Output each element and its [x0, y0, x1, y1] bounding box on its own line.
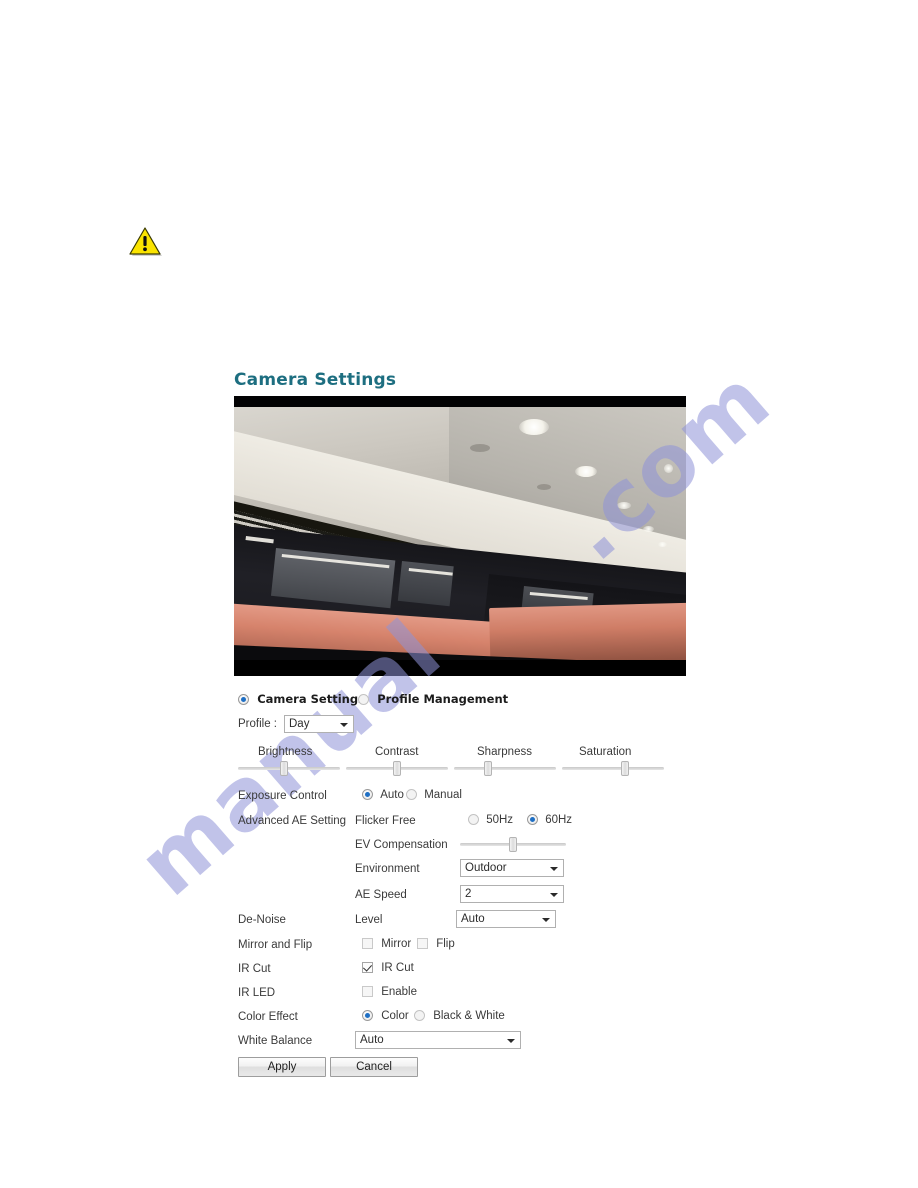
chevron-down-icon — [550, 867, 558, 871]
flicker-50hz-option[interactable]: 50Hz — [468, 814, 513, 826]
camera-settings-radio-label: Camera Settings — [257, 692, 365, 706]
preview-ceiling-light — [575, 466, 597, 477]
exposure-manual-option[interactable]: Manual — [406, 789, 462, 801]
de-noise-level-label: Level — [355, 914, 383, 926]
preview-ceiling-light — [519, 419, 549, 435]
ir-cut-label: IR Cut — [238, 963, 271, 975]
white-balance-select[interactable]: Auto — [355, 1031, 521, 1049]
ae-speed-select[interactable]: 2 — [460, 885, 564, 903]
apply-button[interactable]: Apply — [238, 1057, 326, 1077]
ir-cut-checkbox-label: IR Cut — [381, 962, 414, 974]
preview-letterbox-top — [234, 396, 686, 407]
profile-select[interactable]: Day — [284, 715, 354, 733]
brightness-slider[interactable] — [238, 760, 340, 776]
exposure-control-label: Exposure Control — [238, 790, 327, 802]
environment-select[interactable]: Outdoor — [460, 859, 564, 877]
brightness-label: Brightness — [258, 746, 313, 758]
cancel-button[interactable]: Cancel — [330, 1057, 418, 1077]
flip-checkbox-label: Flip — [436, 938, 455, 950]
preview-letterbox-bottom — [234, 660, 686, 676]
brightness-slider-thumb[interactable] — [279, 761, 288, 776]
flicker-50hz-label: 50Hz — [486, 814, 514, 826]
environment-label: Environment — [355, 863, 420, 875]
sharpness-slider-thumb[interactable] — [483, 761, 492, 776]
mode-profile-management-radio-group[interactable]: Profile Management — [358, 692, 508, 706]
preview-ceiling-light — [643, 526, 654, 532]
ev-compensation-label: EV Compensation — [355, 839, 448, 851]
ir-led-label: IR LED — [238, 987, 276, 999]
exposure-auto-radio[interactable] — [362, 789, 373, 800]
brightness-slider-track[interactable] — [238, 767, 340, 770]
profile-select-value: Day — [289, 718, 310, 730]
de-noise-level-select[interactable]: Auto — [456, 910, 556, 928]
exposure-manual-label: Manual — [424, 789, 462, 801]
preview-ceiling-vent — [470, 444, 490, 452]
sharpness-label: Sharpness — [477, 746, 532, 758]
exposure-manual-radio[interactable] — [406, 789, 417, 800]
profile-management-radio[interactable] — [358, 694, 369, 705]
ir-cut-checkbox[interactable] — [362, 962, 373, 973]
sharpness-slider-track[interactable] — [454, 767, 556, 770]
color-effect-bw-label: Black & White — [433, 1010, 505, 1022]
saturation-slider-thumb[interactable] — [621, 761, 630, 776]
exposure-auto-label: Auto — [380, 789, 404, 801]
white-balance-label: White Balance — [238, 1035, 313, 1047]
de-noise-label: De-Noise — [238, 914, 286, 926]
chevron-down-icon — [542, 918, 550, 922]
ir-led-enable-checkbox[interactable] — [362, 986, 373, 997]
preview-counter — [489, 601, 686, 666]
page-title: Camera Settings — [234, 370, 397, 390]
preview-ceiling-light — [617, 502, 631, 509]
mirror-checkbox-label: Mirror — [381, 938, 412, 950]
warning-triangle-icon — [129, 227, 162, 256]
camera-live-preview — [234, 396, 686, 676]
contrast-label: Contrast — [375, 746, 419, 758]
advanced-ae-setting-label: Advanced AE Setting — [238, 815, 347, 827]
chevron-down-icon — [340, 723, 348, 727]
de-noise-level-value: Auto — [461, 913, 485, 925]
flip-checkbox-group[interactable]: Flip — [417, 938, 455, 950]
environment-select-value: Outdoor — [465, 862, 507, 874]
color-effect-color-radio[interactable] — [362, 1010, 373, 1021]
ev-compensation-slider-thumb[interactable] — [509, 837, 517, 852]
color-effect-bw-option[interactable]: Black & White — [414, 1010, 505, 1022]
chevron-down-icon — [550, 893, 558, 897]
profile-management-radio-label: Profile Management — [377, 692, 509, 706]
preview-ceiling-light — [658, 542, 667, 547]
ir-led-checkbox-group[interactable]: Enable — [362, 986, 417, 998]
flicker-50hz-radio[interactable] — [468, 814, 479, 825]
color-effect-color-label: Color — [381, 1010, 409, 1022]
contrast-slider-thumb[interactable] — [393, 761, 401, 776]
sharpness-slider[interactable] — [454, 760, 556, 776]
chevron-down-icon — [507, 1039, 515, 1043]
flip-checkbox[interactable] — [417, 938, 428, 949]
mirror-and-flip-label: Mirror and Flip — [238, 939, 313, 951]
ir-led-enable-label: Enable — [381, 986, 418, 998]
flicker-free-label: Flicker Free — [355, 815, 416, 827]
preview-glass-panel — [397, 561, 454, 607]
flicker-60hz-option[interactable]: 60Hz — [527, 814, 572, 826]
saturation-slider-track[interactable] — [562, 767, 664, 770]
flicker-60hz-radio[interactable] — [527, 814, 538, 825]
color-effect-bw-radio[interactable] — [414, 1010, 425, 1021]
color-effect-color-option[interactable]: Color — [362, 1010, 409, 1022]
preview-ceiling-vent — [537, 484, 551, 490]
white-balance-select-value: Auto — [360, 1034, 384, 1046]
flicker-60hz-label: 60Hz — [545, 814, 573, 826]
ae-speed-label: AE Speed — [355, 889, 407, 901]
color-effect-label: Color Effect — [238, 1011, 298, 1023]
camera-settings-radio[interactable] — [238, 694, 249, 705]
ae-speed-select-value: 2 — [465, 888, 472, 900]
profile-label: Profile : — [238, 718, 277, 730]
saturation-slider[interactable] — [562, 760, 664, 776]
exposure-auto-option[interactable]: Auto — [362, 789, 404, 801]
ev-compensation-slider[interactable] — [460, 836, 566, 852]
saturation-label: Saturation — [579, 746, 632, 758]
ir-cut-checkbox-group[interactable]: IR Cut — [362, 962, 414, 974]
contrast-slider[interactable] — [346, 760, 448, 776]
mirror-checkbox-group[interactable]: Mirror — [362, 938, 411, 950]
preview-wall-light — [664, 464, 673, 473]
mode-camera-settings-radio-group[interactable]: Camera Settings — [238, 692, 365, 706]
mirror-checkbox[interactable] — [362, 938, 373, 949]
